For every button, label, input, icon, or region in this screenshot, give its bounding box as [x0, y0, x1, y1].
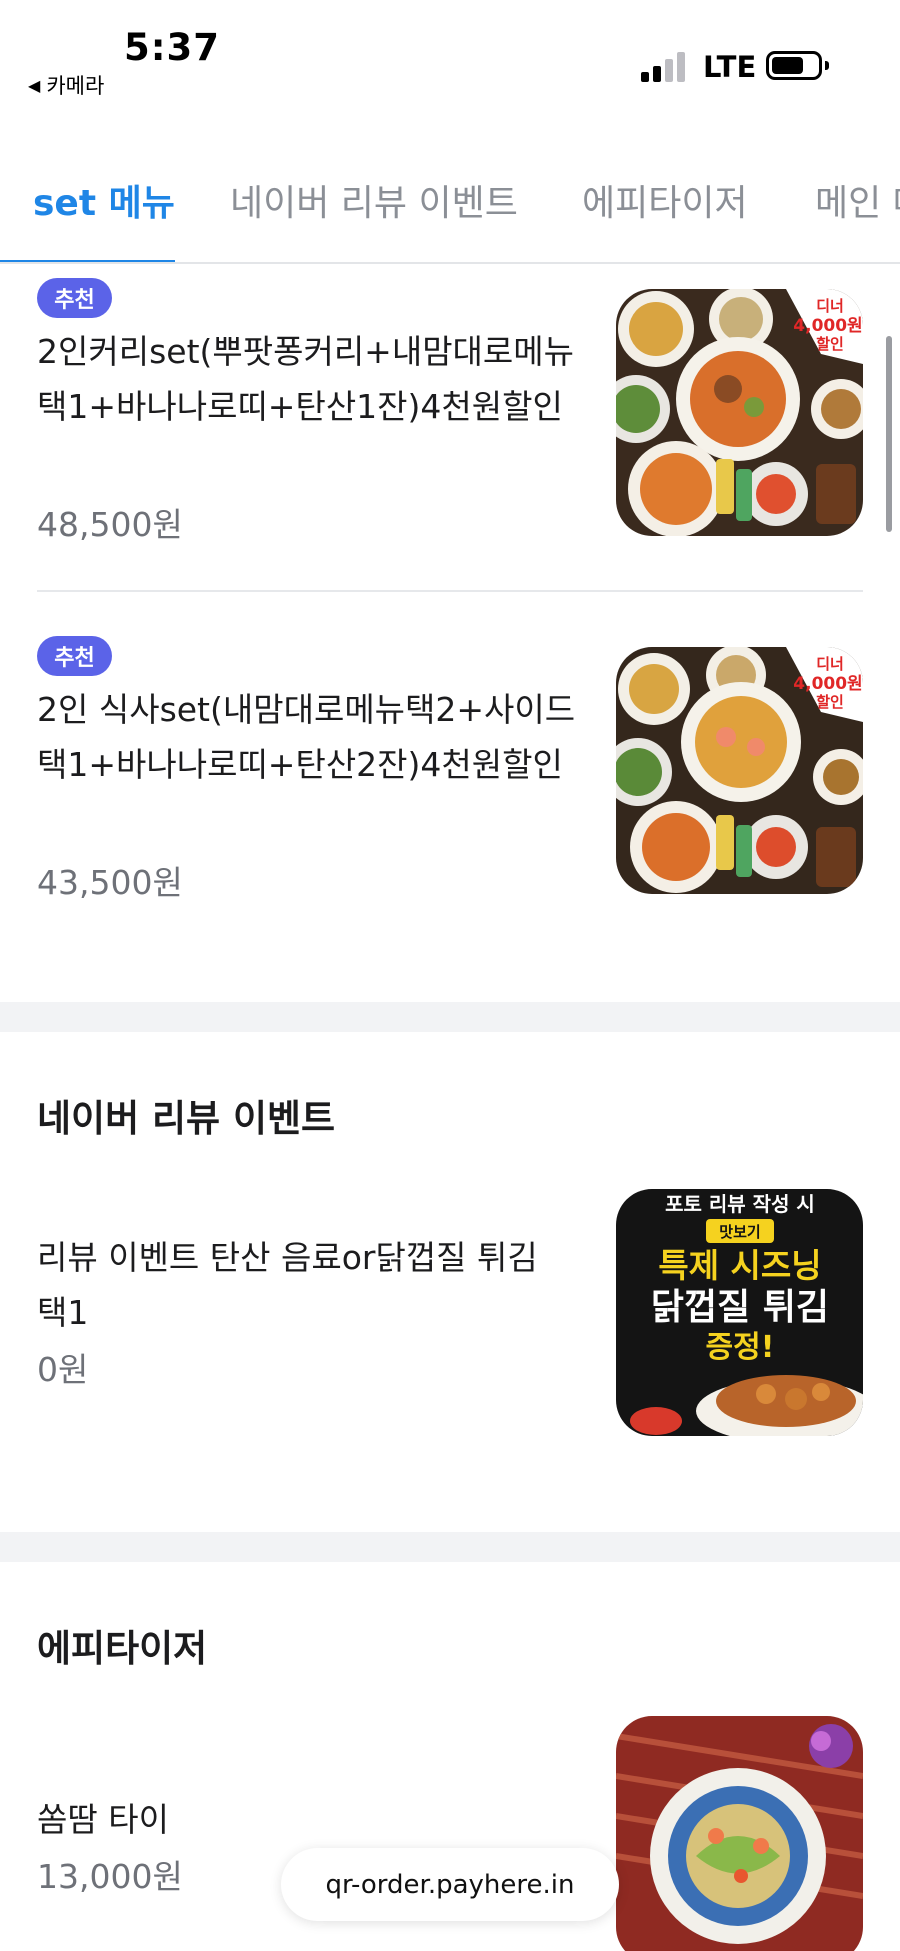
menu-item-price: 13,000원 — [37, 1857, 183, 1896]
url-bar[interactable]: qr-order.payhere.in — [281, 1848, 619, 1921]
promo-text-line: 포토 리뷰 작성 시 — [665, 1192, 815, 1216]
image-badge-line: 할인 — [816, 693, 844, 711]
menu-item-price: 48,500원 — [37, 505, 183, 544]
menu-item-name: 리뷰 이벤트 탄산 음료or닭껍질 튀김 택1 — [37, 1238, 538, 1332]
menu-item-name: 쏨땀 타이 — [37, 1800, 169, 1839]
menu-item-name: 2인커리set(뿌팟퐁커리+내맘대로메뉴택1+바나나로띠+탄산1잔)4천원할인 — [37, 332, 574, 426]
recommended-badge: 추천 — [37, 636, 112, 676]
menu-item-price: 0원 — [37, 1350, 89, 1389]
battery-icon — [766, 51, 822, 80]
section-title-review-event: 네이버 리뷰 이벤트 — [37, 1097, 336, 1140]
section-title-appetizer: 에피타이저 — [37, 1627, 208, 1670]
promo-text-line: 특제 시즈닝 — [658, 1246, 821, 1285]
section-separator — [0, 1532, 900, 1562]
tab-appetizer[interactable]: 에피타이저 — [582, 174, 748, 256]
promo-text-line: 맛보기 — [719, 1223, 760, 1241]
tab-main-menu[interactable]: 메인 메뉴 — [815, 174, 900, 256]
menu-item-name: 2인 식사set(내맘대로메뉴택2+사이드택1+바나나로띠+탄산2잔)4천원할인 — [37, 690, 576, 784]
category-tabs: set 메뉴 네이버 리뷰 이벤트 에피타이저 메인 메뉴 — [0, 160, 900, 264]
back-link-label: 카메라 — [46, 74, 105, 98]
signal-strength-icon — [641, 52, 687, 82]
menu-item-price: 43,500원 — [37, 863, 183, 902]
battery-tip — [825, 61, 829, 70]
back-triangle-icon: ◀ — [28, 75, 41, 95]
url-text: qr-order.payhere.in — [325, 1869, 575, 1900]
menu-item-review-event[interactable]: 리뷰 이벤트 탄산 음료or닭껍질 튀김 택1 0원 포토 리뷰 작성 시 맛보… — [0, 1185, 900, 1450]
recommended-badge: 추천 — [37, 278, 112, 318]
back-to-camera-link[interactable]: ◀ 카메라 — [28, 70, 104, 100]
status-bar: 5:37 ◀ 카메라 LTE — [0, 0, 900, 120]
menu-item-photo: 디너 4,000원 할인 — [616, 647, 863, 894]
menu-item-photo: 포토 리뷰 작성 시 맛보기 특제 시즈닝 닭껍질 튀김 증정! — [616, 1189, 863, 1436]
image-badge-line: 4,000원 — [793, 316, 862, 336]
menu-item-2-meal-set[interactable]: 추천 2인 식사set(내맘대로메뉴택2+사이드택1+바나나로띠+탄산2잔)4천… — [0, 622, 900, 982]
section-separator — [0, 1002, 900, 1032]
item-divider — [37, 590, 863, 592]
tab-naver-review-event[interactable]: 네이버 리뷰 이벤트 — [230, 174, 518, 256]
promo-text-line: 증정! — [706, 1330, 775, 1365]
menu-item-photo — [616, 1716, 863, 1951]
network-type: LTE — [703, 50, 757, 84]
menu-item-2-curry-set[interactable]: 추천 2인커리set(뿌팟퐁커리+내맘대로메뉴택1+바나나로띠+탄산1잔)4천원… — [0, 264, 900, 590]
promo-text-line: 닭껍질 튀김 — [651, 1287, 829, 1328]
image-badge-line: 4,000원 — [793, 674, 862, 694]
image-badge-line: 디너 — [816, 655, 844, 673]
tab-set-menu[interactable]: set 메뉴 — [33, 174, 175, 256]
scrollbar[interactable] — [886, 336, 892, 532]
menu-item-photo: 디너 4,000원 할인 — [616, 289, 863, 536]
image-badge-line: 할인 — [816, 335, 844, 353]
status-time: 5:37 — [124, 26, 221, 69]
image-badge-line: 디너 — [816, 297, 844, 315]
